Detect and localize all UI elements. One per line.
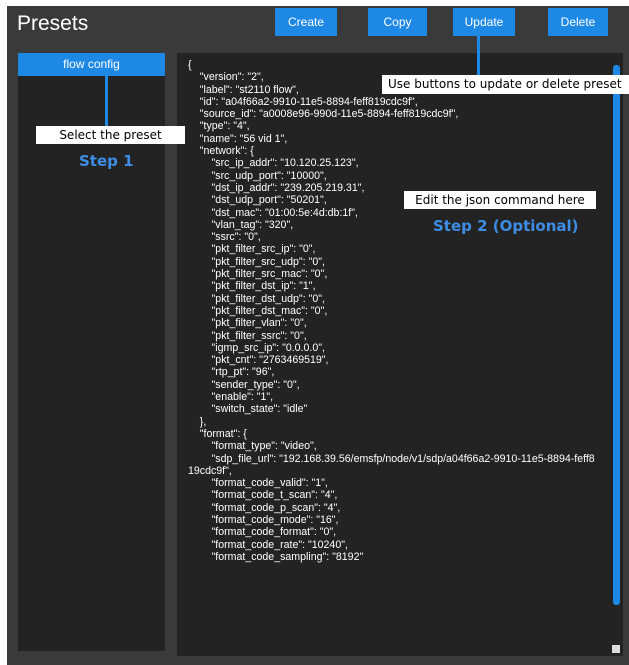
preset-item-flow-config[interactable]: flow config xyxy=(18,53,165,76)
edit-json-callout: Edit the json command here xyxy=(404,191,596,209)
buttons-hint-callout: Use buttons to update or delete preset xyxy=(382,75,629,94)
resize-handle-icon[interactable] xyxy=(612,645,620,653)
delete-button[interactable]: Delete xyxy=(548,8,608,36)
create-button[interactable]: Create xyxy=(275,8,337,36)
page-title: Presets xyxy=(17,12,89,35)
step2-label: Step 2 (Optional) xyxy=(433,217,579,235)
json-command-text[interactable]: { "version": "2", "label": "st2110 flow"… xyxy=(188,59,600,563)
select-preset-callout: Select the preset xyxy=(36,126,185,144)
step-buttons-connector-line xyxy=(477,36,480,76)
step1-label: Step 1 xyxy=(79,152,134,170)
update-button[interactable]: Update xyxy=(453,8,515,36)
step1-connector-line xyxy=(105,76,108,126)
copy-button[interactable]: Copy xyxy=(368,8,427,36)
json-editor[interactable]: { "version": "2", "label": "st2110 flow"… xyxy=(177,53,623,656)
presets-window: Presets Create Copy Update Delete flow c… xyxy=(7,6,629,665)
editor-scrollbar[interactable] xyxy=(613,65,620,605)
